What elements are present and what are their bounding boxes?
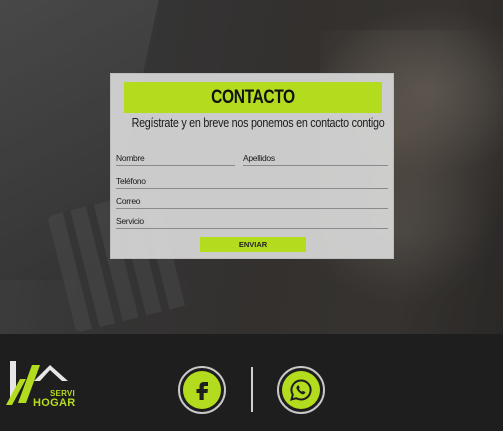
logo-text-hogar: HOGAR	[33, 397, 76, 409]
telefono-field[interactable]	[116, 175, 388, 189]
form-subtitle: Regístrate y en breve nos ponemos en con…	[131, 116, 385, 130]
whatsapp-icon	[290, 379, 312, 401]
form-subtitle-wrap: Regístrate y en breve nos ponemos en con…	[111, 116, 395, 130]
servihogar-logo[interactable]: SERVI HOGAR	[6, 359, 80, 411]
form-title-banner: CONTACTO	[124, 82, 382, 113]
enviar-button[interactable]: ENVIAR	[200, 237, 306, 252]
facebook-icon	[196, 382, 208, 400]
footer-divider	[251, 367, 253, 412]
footer: SERVI HOGAR	[0, 334, 503, 431]
contact-form: CONTACTO Regístrate y en breve nos ponem…	[110, 73, 394, 259]
hero-background: CONTACTO Regístrate y en breve nos ponem…	[0, 0, 503, 334]
servicio-field[interactable]	[116, 215, 388, 229]
apellidos-field[interactable]	[243, 152, 388, 166]
correo-field[interactable]	[116, 195, 388, 209]
whatsapp-icon-circle	[282, 371, 320, 409]
nombre-field[interactable]	[116, 152, 235, 166]
facebook-button[interactable]	[178, 366, 226, 414]
whatsapp-button[interactable]	[277, 366, 325, 414]
facebook-icon-circle	[183, 371, 221, 409]
form-title: CONTACTO	[211, 86, 295, 108]
